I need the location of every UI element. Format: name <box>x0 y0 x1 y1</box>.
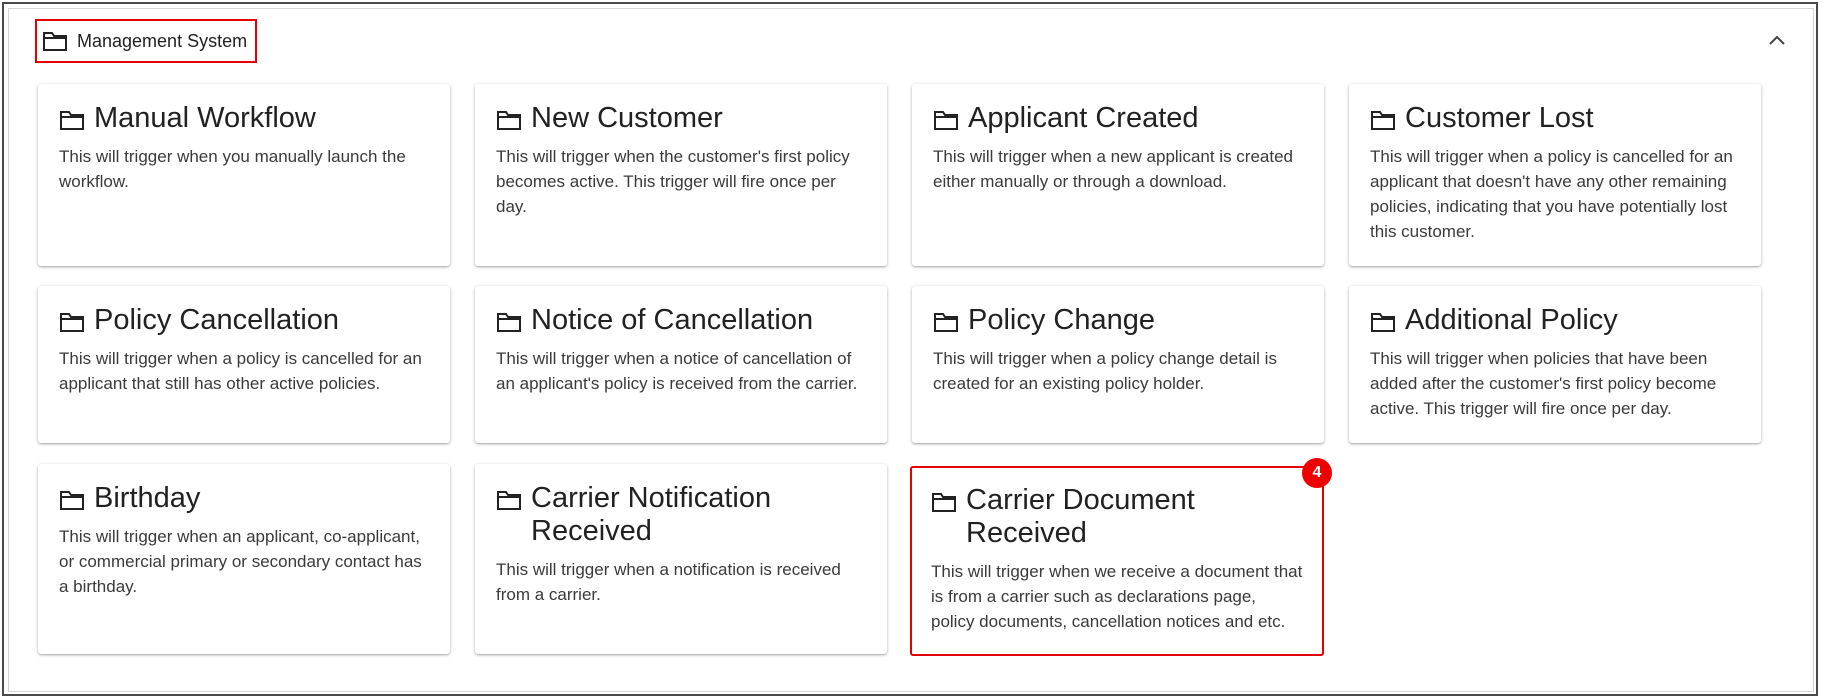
card-description: This will trigger when a policy is cance… <box>59 349 422 393</box>
card-title: New Customer <box>531 102 723 134</box>
folder-icon <box>934 111 958 130</box>
trigger-card-notice-of-cancellation[interactable]: Notice of Cancellation This will trigger… <box>475 286 887 443</box>
folder-icon <box>932 493 956 512</box>
folder-icon <box>1371 111 1395 130</box>
trigger-card-carrier-notification-received[interactable]: Carrier Notification Received This will … <box>475 464 887 654</box>
card-description: This will trigger when a policy change d… <box>933 349 1277 393</box>
section-title: Management System <box>77 30 248 51</box>
folder-icon <box>497 313 521 332</box>
trigger-card-additional-policy[interactable]: Additional Policy This will trigger when… <box>1349 286 1761 443</box>
folder-icon <box>497 491 521 510</box>
step-badge: 4 <box>1302 458 1332 488</box>
card-title: Birthday <box>94 482 201 514</box>
card-description: This will trigger when we receive a docu… <box>931 562 1303 631</box>
trigger-card-carrier-document-received[interactable]: Carrier Document Received This will trig… <box>910 466 1324 656</box>
folder-icon <box>60 491 84 510</box>
trigger-card-birthday[interactable]: Birthday This will trigger when an appli… <box>38 464 450 654</box>
folder-icon <box>1371 313 1395 332</box>
card-description: This will trigger when policies that hav… <box>1370 349 1717 418</box>
trigger-card-policy-change[interactable]: Policy Change This will trigger when a p… <box>912 286 1324 443</box>
trigger-card-new-customer[interactable]: New Customer This will trigger when the … <box>475 84 887 266</box>
card-description: This will trigger when the customer's fi… <box>496 147 850 216</box>
card-description: This will trigger when a new applicant i… <box>933 147 1294 191</box>
trigger-card-manual-workflow[interactable]: Manual Workflow This will trigger when y… <box>38 84 450 266</box>
section-header[interactable]: Management System <box>35 19 257 63</box>
card-title: Carrier Document Received <box>966 484 1195 549</box>
trigger-card-applicant-created[interactable]: Applicant Created This will trigger when… <box>912 84 1324 266</box>
trigger-card-policy-cancellation[interactable]: Policy Cancellation This will trigger wh… <box>38 286 450 443</box>
card-description: This will trigger when an applicant, co-… <box>59 527 422 596</box>
trigger-card-customer-lost[interactable]: Customer Lost This will trigger when a p… <box>1349 84 1761 266</box>
folder-icon <box>43 32 67 51</box>
card-title: Customer Lost <box>1405 102 1594 134</box>
card-title: Additional Policy <box>1405 304 1618 336</box>
card-title: Carrier Notification Received <box>531 482 772 547</box>
card-description: This will trigger when you manually laun… <box>59 147 406 191</box>
card-title: Policy Cancellation <box>94 304 340 336</box>
chevron-up-icon[interactable] <box>1765 28 1789 52</box>
card-title: Manual Workflow <box>94 102 316 134</box>
card-title: Policy Change <box>968 304 1155 336</box>
card-title: Applicant Created <box>968 102 1199 134</box>
card-description: This will trigger when a notice of cance… <box>496 349 858 393</box>
card-description: This will trigger when a notification is… <box>496 560 841 604</box>
folder-icon <box>60 111 84 130</box>
folder-icon <box>934 313 958 332</box>
card-description: This will trigger when a policy is cance… <box>1370 147 1733 241</box>
folder-icon <box>497 111 521 130</box>
folder-icon <box>60 313 84 332</box>
card-title: Notice of Cancellation <box>531 304 814 336</box>
